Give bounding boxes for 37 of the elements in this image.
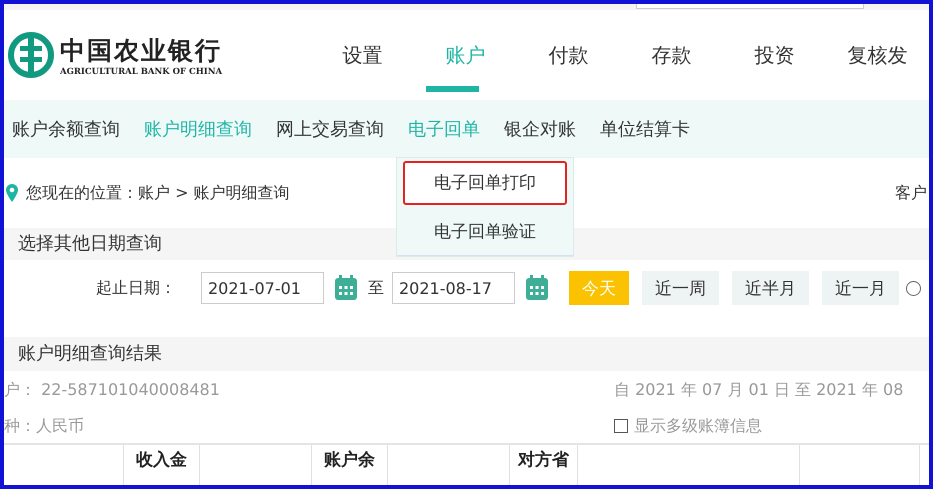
customer-label: 客户 [895, 182, 928, 204]
breadcrumb: 您现在的位置：账户 > 账户明细查询 [26, 182, 290, 204]
currency: 种：人民币 [4, 416, 84, 436]
end-date-field[interactable]: 2021-08-17 [392, 272, 515, 304]
section-header: 账户明细查询结果 [4, 337, 929, 371]
bank-english-name: AGRICULTURAL BANK OF CHINA [60, 66, 222, 76]
checkbox[interactable] [614, 419, 628, 433]
date-range-label: 起止日期： [96, 278, 177, 298]
bank-name: 中国农业银行 [60, 34, 222, 66]
search-field[interactable] [636, 4, 864, 9]
column-header: 对方省 [510, 445, 578, 485]
quick-date-button[interactable]: 近半月 [732, 271, 809, 305]
calendar-icon[interactable] [334, 275, 358, 301]
subnav-tab[interactable]: 账户余额查询 [12, 117, 120, 141]
nav-tab[interactable]: 存款 [620, 10, 723, 100]
date-period: 自 2021 年 07 月 01 日 至 2021 年 08 [614, 380, 904, 400]
quick-date-button[interactable]: 近一周 [642, 271, 719, 305]
quick-date-button[interactable]: 近一月 [822, 271, 899, 305]
calendar-icon[interactable] [525, 275, 549, 301]
start-date-field[interactable]: 2021-07-01 [201, 272, 324, 304]
menu-item[interactable]: 电子回单验证 [397, 208, 573, 256]
nav-tab[interactable]: 付款 [517, 10, 620, 100]
bank-logo-icon [8, 32, 54, 78]
subnav-tab[interactable]: 银企对账 [504, 117, 576, 141]
date-separator: 至 [368, 278, 384, 298]
account-number: 户： 22-587101040008481 [4, 380, 220, 400]
subnav-tab[interactable]: 网上交易查询 [276, 117, 384, 141]
column-header: 收入金 [124, 445, 200, 485]
nav-tab[interactable]: 设置 [311, 10, 414, 100]
checkbox-label: 显示多级账簿信息 [634, 416, 762, 436]
location-pin-icon [6, 184, 18, 202]
nav-tab[interactable]: 复核发 [826, 10, 929, 100]
subnav-tab[interactable]: 单位结算卡 [600, 117, 690, 141]
nav-tab[interactable]: 投资 [723, 10, 826, 100]
column-header: 账户余 [312, 445, 388, 485]
radio-button[interactable] [906, 280, 921, 296]
menu-item[interactable]: 电子回单打印 [403, 161, 567, 205]
